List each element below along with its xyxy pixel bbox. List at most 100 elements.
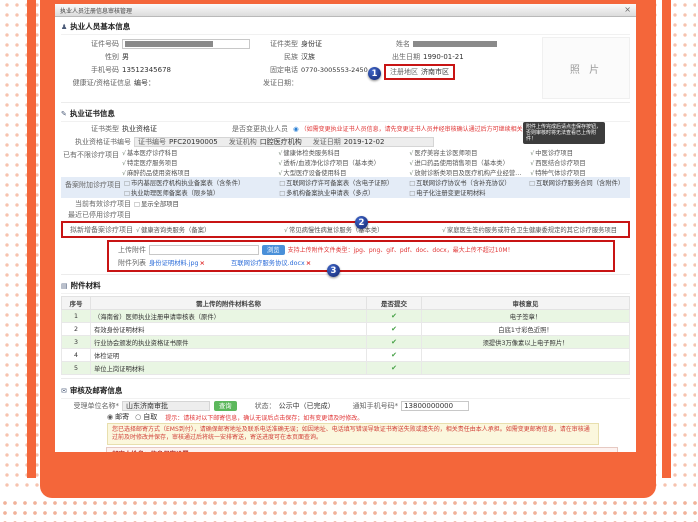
filing-label: 备案附加诊疗项目 [63, 178, 124, 190]
checkbox-newfiling-1[interactable]: √健康咨询类服务（备案） [136, 225, 284, 234]
upload-input[interactable] [149, 245, 259, 255]
table-row: 1 （海南省）医师执业注册申请审核表（原件） ✔ 电子签章！ [62, 310, 630, 323]
annotation-box-2: 2 拟新增备案诊疗项目 √健康咨询类服务（备案） √常见病慢性病复诊服务（基本类… [61, 221, 630, 238]
check-icon: ✔ [391, 351, 397, 359]
col-remark: 审核意见 [422, 297, 630, 310]
cert-type-value: 执业资格证 [122, 124, 232, 134]
col-no: 序号 [62, 297, 91, 310]
info-icon: ◉ [293, 125, 299, 133]
dot-pattern-right [650, 0, 696, 492]
ethnic-label: 民族 [254, 52, 301, 62]
phone-label: 通知手机号码* [353, 401, 402, 411]
id-number-label: 证件号码 [61, 39, 122, 49]
filing-item-3[interactable]: □互联网诊疗协议书（含补充协议） [409, 178, 525, 187]
redacted-name [413, 41, 497, 47]
ethnic-value: 汉族 [301, 52, 315, 62]
marker-2: 2 [355, 216, 368, 229]
checkbox-owned-2[interactable]: √健康体检类服务科目 [278, 148, 405, 157]
valid-label: 当前有效诊疗项目 [61, 199, 134, 209]
check-icon: ✔ [391, 312, 397, 320]
checkbox-owned-9[interactable]: √麻醉药品使用资格项目 [122, 168, 274, 177]
checkbox-newfiling-3[interactable]: √家庭医生签约服务或符合卫生健康委规定的其它诊疗服务项目 [442, 225, 628, 234]
region-label: 注册地区 [390, 67, 421, 77]
section-materials-title: 附件材料 [71, 280, 101, 291]
stopped-label: 最近已停用诊疗项目 [61, 210, 134, 220]
certno-f1-label: 证书编号 [138, 137, 166, 147]
attachment-link-1[interactable]: 身份证明材料.jpg [149, 258, 199, 267]
redacted-id [125, 41, 213, 47]
orange-stripe-right [662, 0, 671, 478]
id-type-value: 身份证 [301, 39, 322, 49]
section-materials-header: ▤ 附件材料 [61, 277, 630, 294]
status-value: 公示中（已完成） [279, 401, 335, 411]
section-basic-header: ♟ 执业人员基本信息 [61, 18, 630, 35]
table-row: 4 体检证明 ✔ [62, 349, 630, 362]
photo-placeholder: 照 片 [542, 37, 630, 99]
table-row: 5 单位上岗证明材料 ✔ [62, 362, 630, 375]
birth-label: 出生日期 [384, 52, 423, 62]
radio-mail-label: 邮寄 [115, 412, 129, 422]
checkbox-owned-10[interactable]: √大型医疗设备使用科目 [278, 168, 405, 177]
annotation-box-3: 3 上传附件 浏览 支持上传附件文件类型：jpg、png、gif、pdf、doc… [107, 240, 615, 272]
section-review-title: 审核及邮寄信息 [70, 385, 123, 396]
attachment-link-2[interactable]: 互联网诊疗服务协议.docx [231, 258, 305, 267]
certno-f3-label: 发证日期 [313, 137, 341, 147]
checkbox-owned-3[interactable]: √医疗美容主诊医师项目 [409, 148, 526, 157]
id-number-input[interactable] [122, 39, 250, 49]
annotation-box-1: 1 注册地区 济南市区 [384, 64, 455, 80]
cert-type-label: 证书类型 [61, 124, 122, 134]
filing-item-6[interactable]: □多机构备案执业申请表（多点） [279, 188, 405, 197]
checkbox-owned-11[interactable]: √放射诊断类项目及医疗机构产业经营许可项目 [409, 168, 526, 177]
owned-label: 已有不限诊疗项目 [61, 148, 122, 160]
filing-item-7[interactable]: □电子化注册变更证明材料 [409, 188, 525, 197]
certno-f1-value: PFC20190005 [169, 138, 218, 146]
check-icon: ✔ [391, 364, 397, 372]
section-basic-title: 执业人员基本信息 [70, 21, 130, 32]
checkbox-owned-1[interactable]: √基本医疗诊疗科目 [122, 148, 274, 157]
tel-label: 固定电话 [254, 65, 301, 75]
check-icon: ✔ [391, 325, 397, 333]
pencil-icon: ✎ [61, 110, 67, 118]
browse-button[interactable]: 浏览 [262, 245, 285, 255]
radio-mail-checked-icon[interactable]: ◉ [107, 413, 113, 421]
mailing-info-panel: 邮寄人姓名：信息保密设置 联 系 电 话：19123123131 邮 寄 地 址… [106, 447, 618, 452]
tel-value: 0770-3005553-2450 [301, 66, 368, 74]
certno-f2-label: 发证机构 [229, 137, 257, 147]
person-icon: ♟ [61, 23, 67, 31]
checkbox-owned-8[interactable]: √西医结合诊疗项目 [530, 158, 636, 167]
radio-self-icon[interactable]: ○ [135, 413, 141, 421]
col-submit: 是否提交 [367, 297, 422, 310]
radio-self-label: 自取 [143, 412, 157, 422]
checkbox-owned-4[interactable]: √中医诊疗项目 [530, 148, 636, 157]
checkbox-owned-6[interactable]: √透析/血液净化诊疗项目（基本类） [278, 158, 405, 167]
gender-value: 男 [122, 52, 250, 62]
phone-input[interactable]: 13800000000 [401, 401, 469, 411]
delete-attachment-2-icon[interactable]: × [306, 259, 311, 267]
certno-label: 执业资格证书编号 [61, 137, 134, 147]
birth-value: 1990-01-21 [423, 53, 464, 61]
check-icon: ✔ [391, 338, 397, 346]
delete-attachment-1-icon[interactable]: × [200, 259, 205, 267]
org-input[interactable]: 山东济南审批 [122, 401, 210, 411]
query-button[interactable]: 查询 [214, 401, 237, 411]
checkbox-owned-7[interactable]: √进口药品使用销售项目（基本类） [409, 158, 526, 167]
upload-label: 上传附件 [112, 245, 149, 255]
checkbox-show-all[interactable]: □显示全部项目 [134, 199, 179, 208]
tooltip-line-2: 否则审核时将无法查看已上传附件！ [526, 130, 602, 142]
attach-list-label: 附件列表 [112, 258, 149, 268]
filing-item-5[interactable]: □执业助理医师备案表（限乡镇） [124, 188, 275, 197]
gender-label: 性别 [61, 52, 122, 62]
dialog-window: 执业人员注册信息审核管理 × ♟ 执业人员基本信息 证件号码 性别 男 手机号码… [55, 4, 636, 452]
table-row: 2 有效身份证明材料 ✔ 白底1寸彩色近照！ [62, 323, 630, 336]
checkbox-owned-5[interactable]: √特定医疗服务项目 [122, 158, 274, 167]
filing-item-4[interactable]: □互联网诊疗服务合同（含附件） [529, 178, 636, 187]
filing-item-2[interactable]: □互联网诊疗许可备案表（含电子证照） [279, 178, 405, 187]
section-review-header: ✉ 审核及邮寄信息 [61, 382, 630, 399]
close-icon[interactable]: × [624, 6, 631, 14]
checkbox-owned-12[interactable]: √特种气体诊疗项目 [530, 168, 636, 177]
health-no-label: 编号： [134, 78, 155, 88]
certno-f3-value: 2019-12-02 [344, 138, 385, 146]
dot-pattern-bottom [0, 498, 698, 522]
filing-item-1[interactable]: □市内基层医疗机构执业备案表（含条件） [124, 178, 275, 187]
region-value: 济南市区 [421, 67, 449, 77]
